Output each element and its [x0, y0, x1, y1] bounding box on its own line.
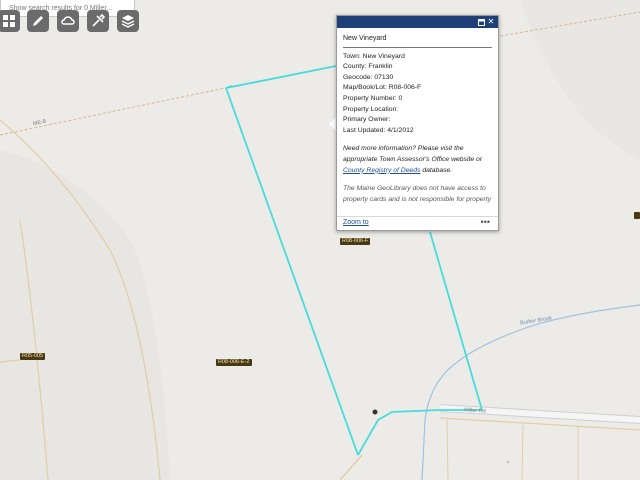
zoom-to-link[interactable]: Zoom to — [343, 219, 369, 226]
popup-header: ✕ — [337, 16, 498, 28]
layers-button[interactable] — [117, 10, 139, 32]
disclaimer-note: The Maine GeoLibrary does not have acces… — [343, 185, 492, 203]
popup-footer: Zoom to ••• — [337, 216, 498, 230]
field-property-number: Property Number: 0 — [343, 94, 403, 102]
map-canvas[interactable] — [0, 0, 640, 480]
measure-button[interactable] — [57, 10, 79, 32]
close-button[interactable]: ✕ — [486, 17, 496, 27]
field-map-book-lot: Map/Book/Lot: R08-006-F — [343, 84, 422, 92]
grid-icon — [3, 15, 15, 27]
popup-body: New Vineyard Town: New Vineyard County: … — [337, 28, 498, 206]
tools-icon — [92, 14, 105, 27]
edit-button[interactable] — [87, 10, 109, 32]
info-note: Need more information? Please visit the … — [343, 145, 483, 174]
field-geocode: Geocode: 07130 — [343, 73, 394, 81]
parcel-label-edge[interactable] — [634, 212, 640, 219]
basemap-gallery-button[interactable] — [0, 10, 20, 32]
popup-title: New Vineyard — [343, 35, 387, 42]
cloud-icon — [61, 16, 75, 25]
field-county: County: Franklin — [343, 63, 393, 71]
more-actions-button[interactable]: ••• — [481, 217, 490, 227]
maximize-icon — [477, 18, 485, 26]
field-primary-owner: Primary Owner: — [343, 116, 391, 124]
point-feature[interactable] — [372, 409, 378, 415]
registry-of-deeds-link[interactable]: County Registry of Deeds — [343, 167, 420, 174]
draw-button[interactable] — [27, 10, 49, 32]
layers-icon — [121, 15, 135, 28]
pencil-icon — [33, 16, 43, 26]
close-icon: ✕ — [487, 17, 495, 26]
feature-popup: ✕ New Vineyard Town: New Vineyard County… — [336, 15, 499, 231]
maximize-button[interactable] — [476, 17, 486, 27]
field-last-updated: Last Updated: 4/1/2012 — [343, 126, 414, 134]
parcel-label[interactable]: R08-006-E-2 — [216, 359, 252, 366]
field-property-location: Property Location: — [343, 105, 399, 113]
popup-divider — [343, 46, 492, 48]
field-town: Town: New Vineyard — [343, 52, 405, 60]
parcel-label[interactable]: R08-006-F — [340, 238, 371, 245]
parcel-label[interactable]: R05-005 — [20, 353, 46, 360]
point-feature-small — [506, 460, 510, 464]
